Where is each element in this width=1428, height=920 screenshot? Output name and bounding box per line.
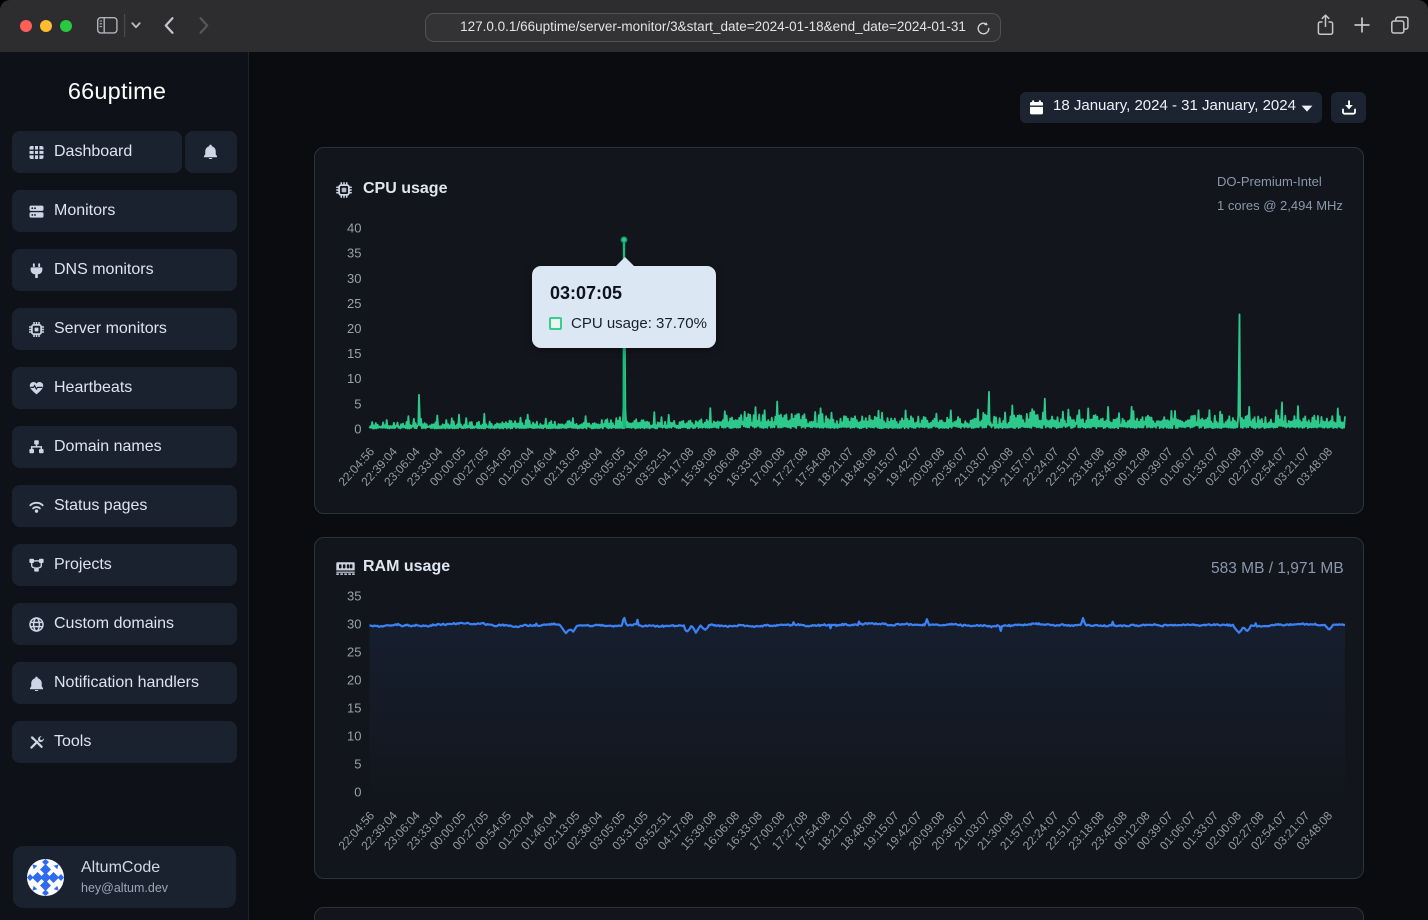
svg-text:35: 35 <box>347 589 361 604</box>
svg-text:15: 15 <box>347 701 361 716</box>
svg-text:20: 20 <box>347 321 361 336</box>
svg-text:35: 35 <box>347 246 361 261</box>
svg-text:25: 25 <box>347 645 361 660</box>
svg-text:10: 10 <box>347 729 361 744</box>
svg-text:5: 5 <box>354 757 361 772</box>
svg-text:0: 0 <box>354 422 361 437</box>
svg-text:5: 5 <box>354 396 361 411</box>
svg-text:0: 0 <box>354 785 361 800</box>
svg-text:30: 30 <box>347 271 361 286</box>
svg-text:15: 15 <box>347 346 361 361</box>
svg-text:10: 10 <box>347 371 361 386</box>
svg-text:30: 30 <box>347 617 361 632</box>
svg-text:40: 40 <box>347 221 361 236</box>
svg-text:20: 20 <box>347 673 361 688</box>
svg-text:25: 25 <box>347 296 361 311</box>
